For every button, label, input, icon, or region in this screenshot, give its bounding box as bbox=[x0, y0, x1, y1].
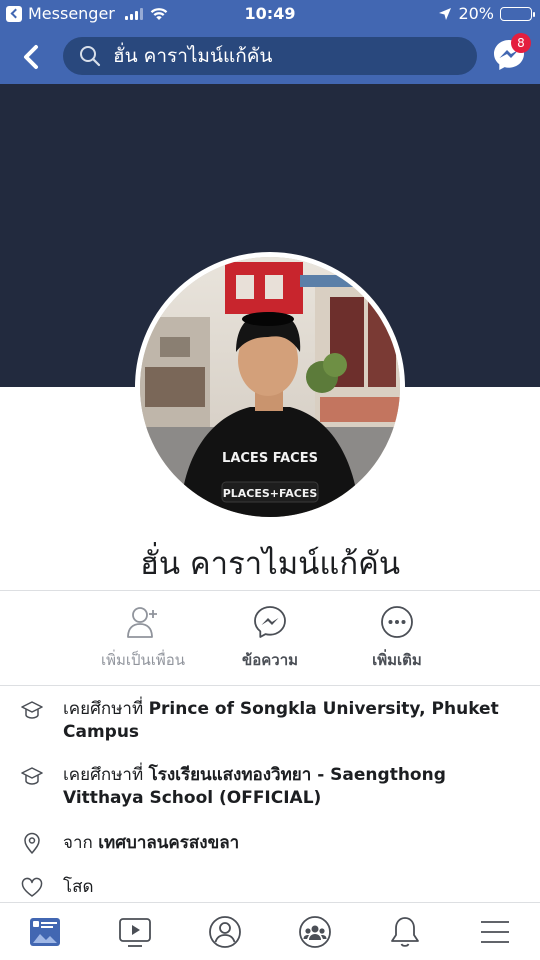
heart-icon bbox=[21, 877, 43, 897]
more-label: เพิ่มเติม bbox=[372, 651, 422, 669]
profile-photo: LACES FACES PLACES+FACES bbox=[140, 257, 400, 517]
messenger-icon bbox=[254, 606, 286, 638]
education-text: เคยศึกษาที่ Prince of Songkla University… bbox=[63, 698, 518, 744]
search-query: ฮั่น คาราไมน์แก้คัน bbox=[113, 45, 273, 67]
groups-tab[interactable] bbox=[298, 915, 332, 949]
profile-name: ฮั่น คาราไมน์แก้คัน bbox=[139, 546, 401, 582]
profile-actions: เพิ่มเป็นเพื่อน ข้อความ เพิ่มเติม bbox=[0, 604, 540, 678]
add-friend-button[interactable]: เพิ่มเป็นเพื่อน bbox=[73, 604, 213, 672]
menu-tab[interactable] bbox=[478, 915, 512, 949]
battery-percent: 20% bbox=[458, 4, 494, 23]
status-bar: Messenger 10:49 20% bbox=[0, 0, 540, 28]
hometown-text: จาก เทศบาลนครสงขลา bbox=[63, 832, 518, 855]
education-prefix: เคยศึกษาที่ bbox=[63, 699, 144, 719]
education-prefix: เคยศึกษาที่ bbox=[63, 765, 144, 785]
message-button[interactable]: ข้อความ bbox=[200, 604, 340, 672]
more-button[interactable]: เพิ่มเติม bbox=[327, 604, 467, 672]
more-options-icon bbox=[381, 606, 413, 638]
watch-tab[interactable] bbox=[118, 915, 152, 949]
chevron-left-icon bbox=[24, 45, 38, 69]
hometown-link[interactable]: เทศบาลนครสงขลา bbox=[98, 833, 239, 853]
education-text: เคยศึกษาที่ โรงเรียนแสงทองวิทยา - Saengt… bbox=[63, 764, 518, 810]
notifications-tab[interactable] bbox=[388, 915, 422, 949]
search-input[interactable]: ฮั่น คาราไมน์แก้คัน bbox=[63, 37, 477, 75]
add-friend-label: เพิ่มเป็นเพื่อน bbox=[100, 651, 186, 669]
location-arrow-icon bbox=[439, 7, 452, 20]
bottom-tab-bar bbox=[0, 902, 540, 960]
location-pin-icon bbox=[24, 832, 40, 854]
add-friend-icon bbox=[127, 607, 157, 638]
message-label: ข้อความ bbox=[241, 651, 299, 669]
relationship-text: โสด bbox=[63, 877, 94, 897]
news-feed-tab[interactable] bbox=[28, 915, 62, 949]
search-icon bbox=[80, 46, 101, 67]
shirt-print: LACES FACES bbox=[222, 451, 318, 466]
divider bbox=[0, 685, 540, 686]
bag-print: PLACES+FACES bbox=[223, 487, 318, 500]
messenger-badge: 8 bbox=[511, 33, 531, 53]
status-right: 20% bbox=[438, 4, 535, 23]
profile-tab[interactable] bbox=[208, 915, 242, 949]
hometown-prefix: จาก bbox=[63, 833, 93, 853]
graduation-cap-icon bbox=[21, 767, 43, 785]
graduation-cap-icon bbox=[21, 701, 43, 719]
profile-picture[interactable]: LACES FACES PLACES+FACES bbox=[135, 252, 405, 522]
battery-icon bbox=[500, 6, 535, 21]
top-header: Messenger 10:49 20% ฮั่น คาราไมน์แก้คัน … bbox=[0, 0, 540, 84]
back-button[interactable] bbox=[14, 40, 48, 74]
divider bbox=[0, 590, 540, 591]
